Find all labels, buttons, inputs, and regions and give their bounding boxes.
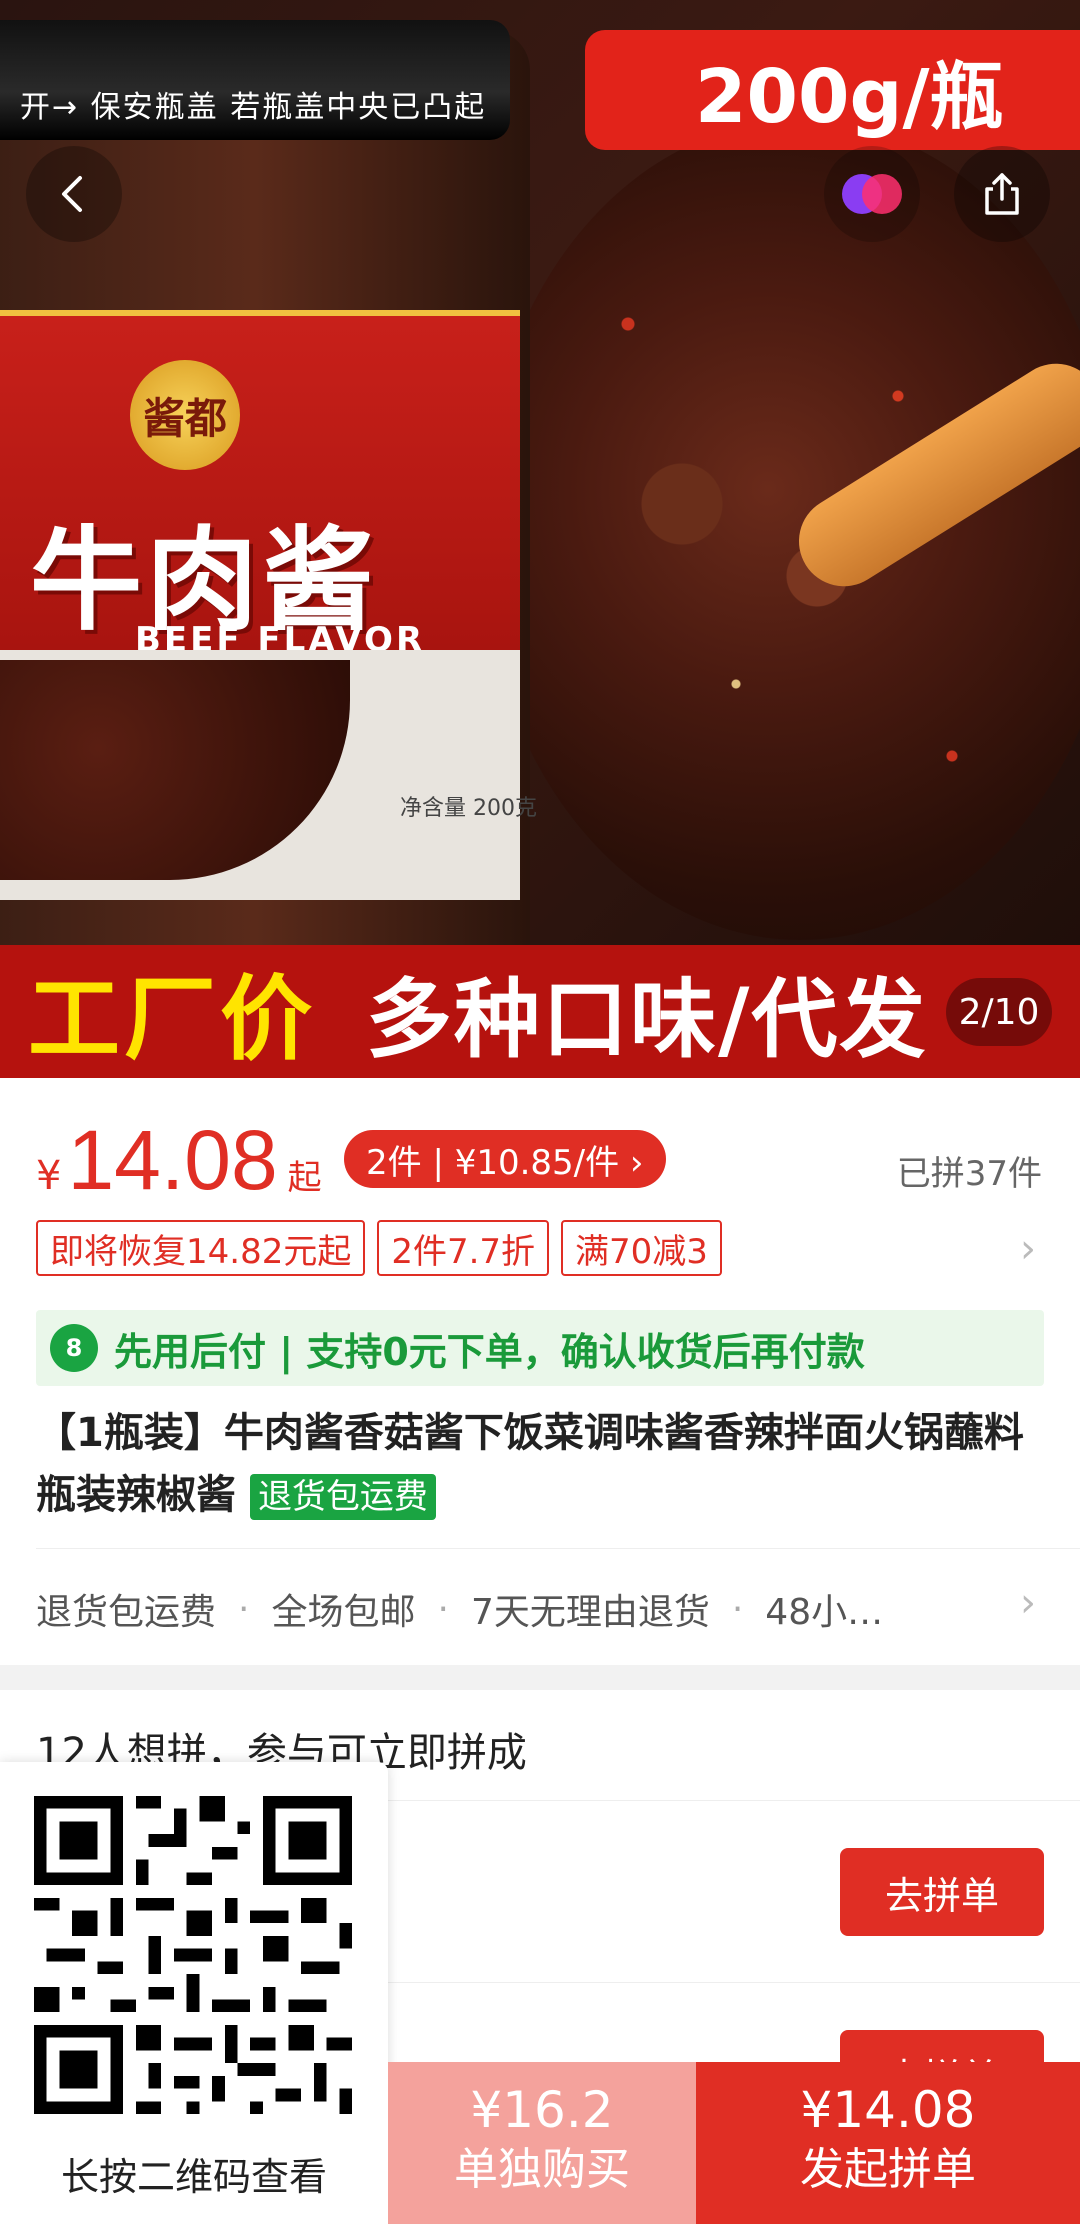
food-texture-graphic [520,180,1060,900]
divider [36,1548,1080,1549]
promo-flavors: 多种口味/代发 [366,970,928,1070]
product-title: 【1瓶装】牛肉酱香菇酱下饭菜调味酱香辣拌面火锅蘸料瓶装辣椒酱 退货包运费 [36,1402,1046,1526]
jar-lower-graphic [0,650,520,900]
pay-later-banner[interactable]: 8 先用后付 | 支持0元下单，确认收货后再付款 [36,1310,1044,1386]
promo-banner: 工厂价 多种口味/代发 [0,945,1080,1078]
single-label: 单独购买 [454,2144,630,2195]
promo-tags[interactable]: 即将恢复14.82元起 2件7.7折 满70减3 [36,1220,722,1276]
chevron-right-icon[interactable]: › [1020,1226,1036,1272]
promo-tag[interactable]: 即将恢复14.82元起 [36,1220,366,1276]
service-guarantees[interactable]: 退货包运费 · 全场包邮 · 7天无理由退货 · 48小… [36,1583,883,1635]
buy-single-button[interactable]: ¥16.2 单独购买 [388,2062,696,2224]
separator-dot: · [731,1588,744,1630]
multi-buy-pill[interactable]: 2件 | ¥10.85/件 › [344,1130,666,1188]
price-value: 14.08 [67,1113,278,1207]
group-label: 发起拼单 [800,2144,976,2195]
promo-factory-price: 工厂价 [28,966,317,1073]
qr-code-popup[interactable]: 长按二维码查看 [0,1762,388,2224]
qr-caption: 长按二维码查看 [60,2155,327,2199]
price-suffix: 起 [287,1158,322,1198]
net-weight-text: 净含量 200克 [400,796,537,821]
promo-tag[interactable]: 2件7.7折 [377,1220,550,1276]
chevron-right-icon[interactable]: › [1020,1580,1036,1626]
single-price: ¥16.2 [470,2081,614,2139]
price-currency: ¥ [36,1153,62,1199]
sold-count: 已拼37件 [896,1154,1042,1194]
service-item: 7天无理由退货 [470,1592,710,1633]
share-button[interactable] [954,146,1050,242]
separator-dot: · [437,1588,449,1630]
brand-logo: 酱都 [130,360,240,470]
product-image-carousel[interactable]: 开→ 保安瓶盖 若瓶盖中央已凸起 酱都 牛肉酱 BEEF FLAVOR 净含量 … [0,0,1080,1078]
service-item: 全场包邮 [271,1592,416,1633]
avatar-button[interactable] [824,146,920,242]
back-button[interactable] [26,146,122,242]
share-icon [985,173,1019,215]
group-price: ¥14.08 [800,2081,976,2139]
weight-banner: 200g/瓶 [585,30,1080,150]
start-group-buy-button[interactable]: ¥14.08 发起拼单 [696,2062,1080,2224]
separator-dot: · [238,1588,250,1630]
product-title-text: 【1瓶装】牛肉酱香菇酱下饭菜调味酱香辣拌面火锅蘸料瓶装辣椒酱 [36,1410,1024,1518]
qr-code-image[interactable] [34,1796,352,2114]
pay-later-icon: 8 [50,1324,98,1372]
product-info-card: ¥ 14.08 起 2件 | ¥10.85/件 › 已拼37件 即将恢复14.8… [0,1078,1080,1665]
pay-later-text: 先用后付 | 支持0元下单，确认收货后再付款 [114,1329,865,1374]
promo-tag[interactable]: 满70减3 [561,1220,722,1276]
back-arrow-icon [62,176,82,212]
service-item: 48小… [765,1592,884,1633]
avatar-icon [842,174,902,214]
join-group-button[interactable]: 去拼单 [840,1848,1044,1936]
service-item: 退货包运费 [36,1592,217,1633]
image-counter: 2/10 [946,978,1052,1046]
price-row: ¥ 14.08 起 [36,1112,322,1209]
lid-text: 开→ 保安瓶盖 若瓶盖中央已凸起 [20,90,487,125]
return-shipping-badge: 退货包运费 [249,1474,436,1520]
